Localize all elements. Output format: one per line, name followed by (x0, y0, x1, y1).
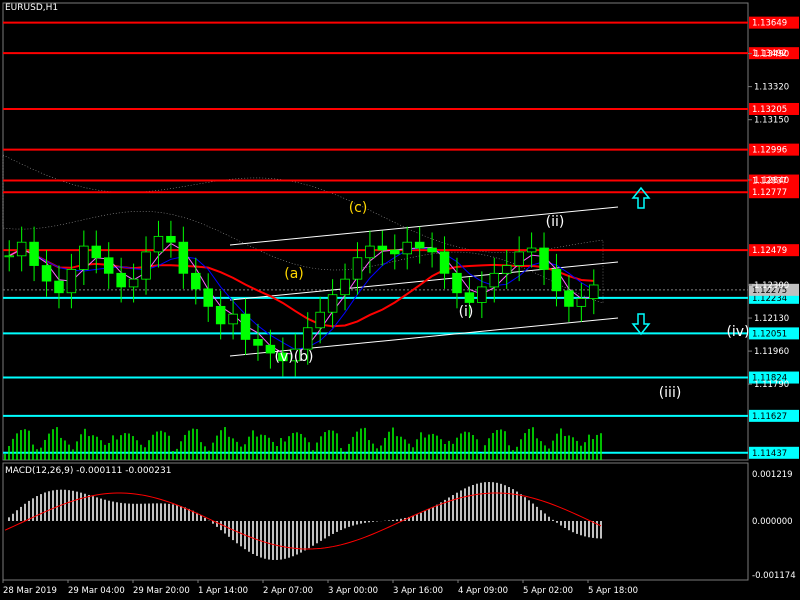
candle-body (191, 272, 201, 290)
volume-bars (4, 427, 602, 460)
time-axis-label: 3 Apr 00:00 (328, 586, 378, 596)
candle-body (29, 241, 39, 266)
time-axis-label: 5 Apr 18:00 (588, 586, 638, 596)
price-tick-label: 1.11790 (754, 380, 789, 390)
candle-body (576, 298, 587, 307)
macd-axis-label: 0.001219 (752, 470, 793, 480)
wave-label: (a) (284, 266, 304, 282)
candle-body (514, 251, 524, 266)
resistance-price-label: 1.12996 (752, 146, 787, 156)
candle-body (414, 241, 425, 249)
macd-axis-label: -0.001174 (752, 571, 796, 581)
time-axis-label: 29 Mar 04:00 (68, 586, 125, 596)
candle-body (526, 247, 537, 253)
candle-body (327, 294, 338, 313)
candle-body (4, 255, 14, 258)
resistance-price-label: 1.12479 (752, 246, 787, 256)
candle-body (141, 251, 151, 280)
candle-body (253, 339, 263, 346)
wave-label: (i) (459, 304, 474, 320)
moving-averages (8, 242, 595, 355)
axes: 1.13490 1.13320 1.13150 1.12840 1.12300 1.121… (2, 50, 799, 596)
slow-moving-average (8, 247, 594, 328)
time-axis-label: 2 Apr 07:00 (263, 586, 313, 596)
candle-body (539, 247, 549, 270)
candle-body (352, 257, 363, 280)
candle-body (215, 305, 226, 325)
candle-body (390, 249, 400, 255)
candle-body (116, 272, 126, 288)
wave-label: (v)(b) (274, 349, 313, 365)
macd-axis-label: 0.000000 (752, 517, 793, 527)
price-tick-label: 1.12130 (754, 314, 789, 324)
price-tick-label: 1.11960 (754, 347, 789, 357)
candle-body (365, 245, 375, 259)
candle-body (178, 241, 189, 274)
candle-body (66, 269, 77, 294)
wave-label: (ii) (546, 214, 565, 230)
price-panel-frame (2, 2, 749, 461)
arrow-up-shape (631, 186, 651, 209)
candle-body (377, 245, 388, 251)
candle-body (452, 272, 462, 294)
symbol-title: EURUSD,H1 (5, 3, 59, 13)
candle-body (589, 284, 599, 299)
candle-body (477, 286, 487, 303)
candle-body (166, 235, 176, 243)
candle-body (16, 241, 27, 257)
short-moving-average (8, 242, 594, 355)
candle-body (91, 245, 102, 259)
wave-label: (c) (349, 200, 368, 216)
candle-body (551, 269, 562, 292)
macd-panel-frame (2, 462, 749, 581)
candle-body (501, 265, 512, 274)
candle-body (402, 241, 412, 255)
price-tick-label: 1.13320 (754, 83, 789, 93)
price-tick-label: 1.13490 (754, 50, 789, 60)
candle-body (315, 311, 325, 329)
candle-body (340, 278, 350, 296)
resistance-price-label: 1.13205 (752, 105, 787, 115)
time-axis-label: 28 Mar 2019 (3, 586, 57, 596)
candle-body (228, 313, 238, 325)
arrow-down-icon (631, 313, 651, 336)
price-tick-label: 1.12840 (754, 176, 789, 186)
time-axis-label: 4 Apr 09:00 (458, 586, 508, 596)
candle-body (464, 292, 475, 303)
candle-body (302, 327, 313, 350)
time-axis-label: 29 Mar 20:00 (133, 586, 190, 596)
resistance-price-label: 1.12777 (752, 188, 787, 198)
macd-title: MACD(12,26,9) -0.000111 -0.000231 (5, 466, 172, 476)
candle-body (240, 313, 251, 340)
support-price-label: 1.12051 (752, 329, 787, 339)
candle-body (153, 235, 164, 253)
candle-body (489, 272, 500, 288)
price-tick-label: 1.12300 (754, 281, 789, 291)
price-chart[interactable]: 1.136491.134921.132051.129961.128371.127… (0, 0, 800, 600)
support-price-label: 1.11627 (752, 412, 787, 422)
macd-panel (4, 481, 602, 560)
candle-body (41, 265, 52, 282)
candle-body (54, 280, 64, 294)
candle-body (427, 247, 437, 253)
arrow-down-shape (631, 313, 651, 336)
wave-label: (iii) (659, 385, 682, 401)
candle-body (79, 245, 89, 270)
arrow-up-icon (631, 186, 651, 209)
resistance-price-label: 1.13649 (752, 19, 787, 29)
candle-body (203, 288, 213, 307)
wave-label: (iv) (726, 324, 749, 340)
candle-body (103, 257, 114, 274)
candle-body (564, 290, 574, 307)
time-axis-label: 3 Apr 16:00 (393, 586, 443, 596)
time-axis-label: 5 Apr 02:00 (523, 586, 573, 596)
support-price-label: 1.11437 (752, 449, 787, 459)
macd-signal-line (4, 492, 602, 550)
candle-body (265, 344, 276, 354)
price-tick-label: 1.13150 (754, 116, 789, 126)
time-axis-label: 1 Apr 14:00 (198, 586, 248, 596)
candle-body (128, 278, 139, 288)
candle-body (439, 251, 450, 274)
